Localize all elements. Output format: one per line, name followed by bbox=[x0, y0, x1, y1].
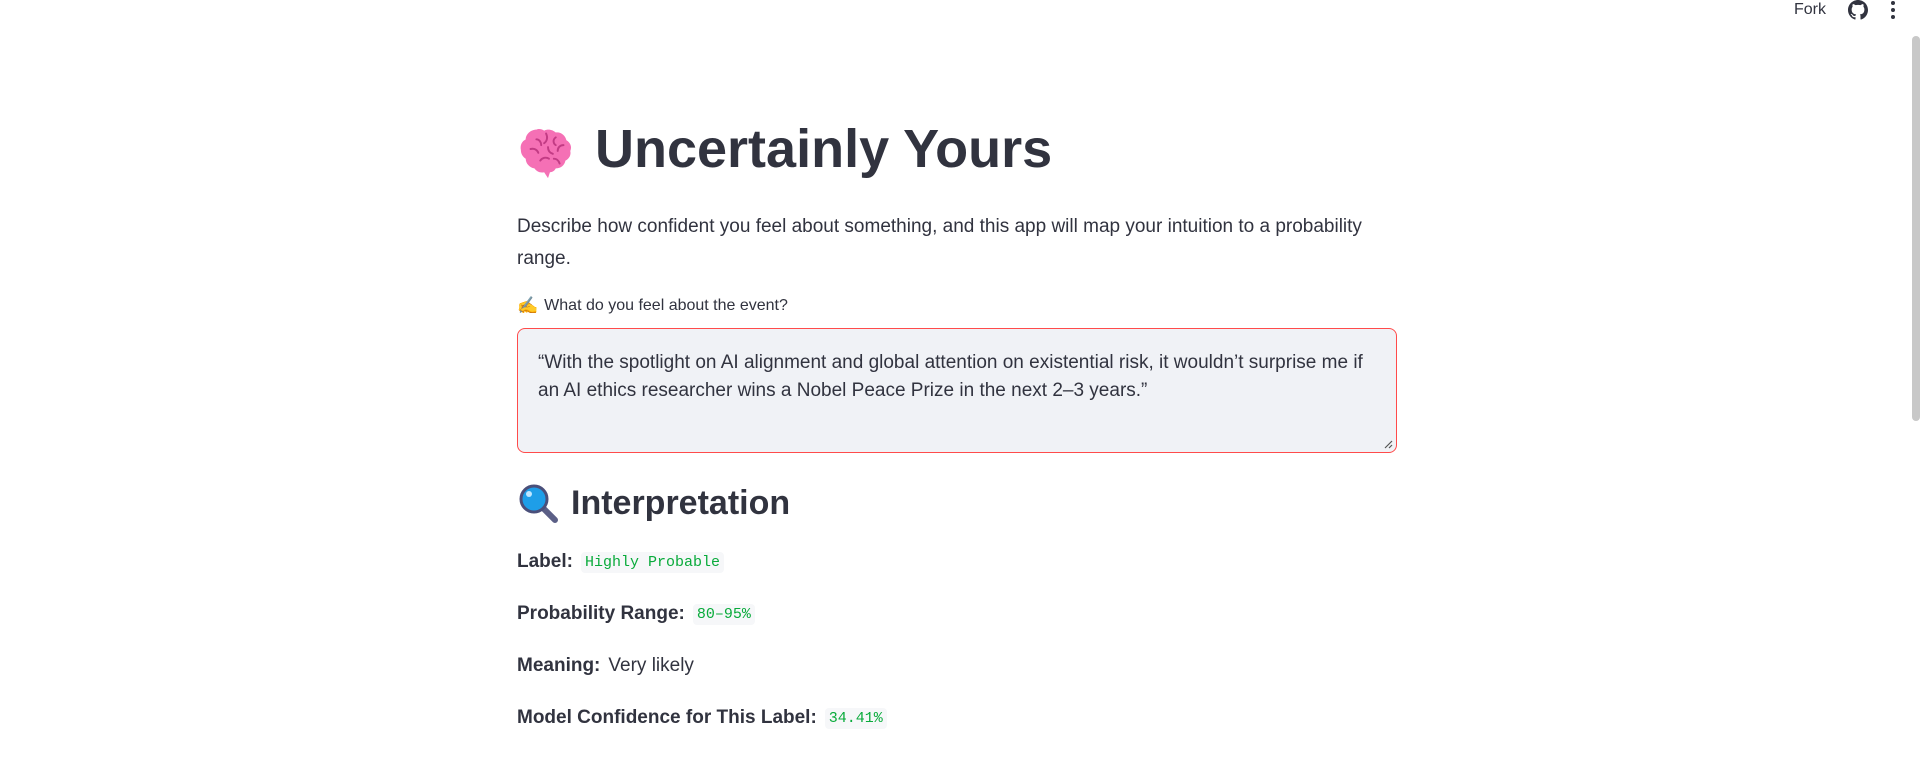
title-text: Uncertainly Yours bbox=[595, 119, 1053, 179]
menu-dot bbox=[1891, 8, 1895, 12]
fork-button[interactable]: Fork bbox=[1794, 1, 1826, 19]
app-description: Describe how confident you feel about so… bbox=[517, 216, 1362, 269]
interpretation-heading: Interpretation bbox=[517, 482, 790, 524]
top-toolbar: Fork bbox=[1794, 0, 1896, 20]
result-label-row: Label: Highly Probable bbox=[517, 551, 724, 573]
event-input-label: ✍️ What do you feel about the event? bbox=[517, 296, 788, 316]
menu-dot bbox=[1891, 15, 1895, 19]
magnifier-icon bbox=[519, 484, 558, 523]
meaning-value: Very likely bbox=[608, 655, 694, 676]
meaning-key: Meaning: bbox=[517, 655, 601, 676]
result-probability-row: Probability Range: 80–95% bbox=[517, 603, 755, 625]
confidence-key: Model Confidence for This Label: bbox=[517, 707, 817, 728]
page-title: Uncertainly Yours bbox=[517, 118, 1052, 180]
probability-key: Probability Range: bbox=[517, 603, 685, 624]
interpretation-heading-text: Interpretation bbox=[571, 483, 791, 522]
resize-handle-icon[interactable] bbox=[1383, 439, 1393, 449]
github-icon[interactable] bbox=[1848, 0, 1868, 20]
more-vertical-icon[interactable] bbox=[1890, 0, 1896, 20]
event-textarea-container: “With the spotlight on AI alignment and … bbox=[517, 328, 1397, 453]
label-key: Label: bbox=[517, 551, 573, 572]
probability-value: 80–95% bbox=[692, 603, 755, 625]
brain-icon bbox=[520, 128, 572, 179]
result-confidence-row: Model Confidence for This Label: 34.41% bbox=[517, 707, 887, 729]
menu-dot bbox=[1891, 1, 1895, 5]
event-input-label-text: What do you feel about the event? bbox=[544, 297, 788, 314]
app-page: Fork Uncertainly Yours Describe how conf… bbox=[0, 0, 1920, 761]
label-value: Highly Probable bbox=[580, 551, 724, 573]
scrollbar[interactable] bbox=[1912, 36, 1920, 421]
confidence-value: 34.41% bbox=[824, 707, 887, 729]
writing-hand-icon: ✍️ bbox=[517, 296, 539, 315]
result-meaning-row: Meaning: Very likely bbox=[517, 655, 694, 677]
event-textarea[interactable]: “With the spotlight on AI alignment and … bbox=[518, 329, 1396, 452]
